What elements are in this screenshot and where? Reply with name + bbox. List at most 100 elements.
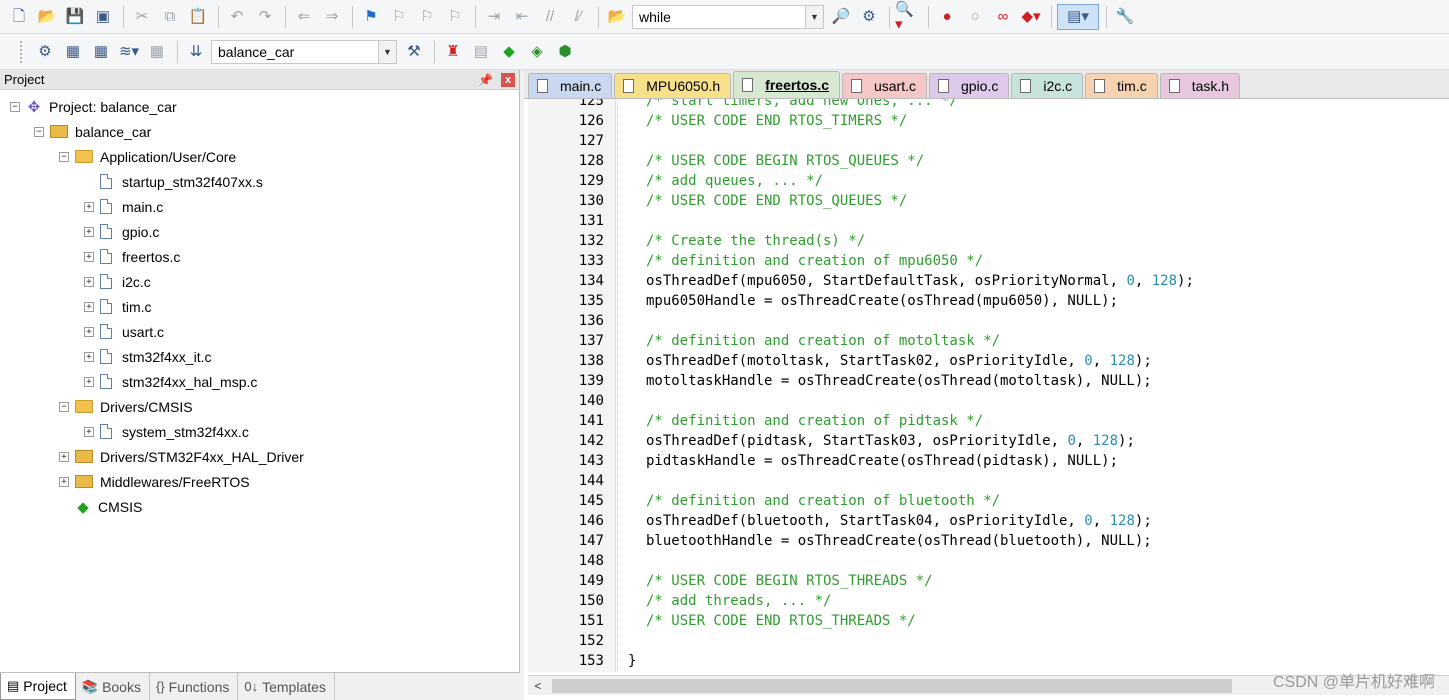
redo-icon[interactable]: ↷ (252, 4, 278, 30)
tree-item[interactable]: + stm32f4xx_hal_msp.c (84, 369, 257, 394)
copy-icon[interactable]: ⧉ (157, 4, 183, 30)
debug-session-icon[interactable]: 🔍▾ (895, 2, 921, 32)
file-tab-mpu6050-h[interactable]: MPU6050.h (614, 73, 732, 98)
find-combo[interactable]: while ▼ (632, 4, 824, 29)
comment-icon[interactable]: // (537, 4, 563, 30)
file-tab-usart-c[interactable]: usart.c (841, 73, 927, 98)
scroll-thumb[interactable] (552, 678, 1232, 693)
scroll-left-icon[interactable]: < (528, 679, 548, 693)
toolbar-grip[interactable] (20, 40, 24, 63)
expand-icon[interactable]: + (84, 201, 94, 212)
chevron-down-icon[interactable]: ▼ (378, 40, 396, 63)
tree-item[interactable]: + Drivers/STM32F4xx_HAL_Driver (59, 444, 304, 469)
manage-books-icon[interactable]: ▤ (468, 39, 494, 65)
file-tab-gpio-c[interactable]: gpio.c (929, 73, 1010, 98)
toolbar-separator (598, 5, 599, 28)
tree-item[interactable]: − ✥ Project: balance_car (10, 94, 177, 119)
download-icon[interactable]: ⇊ (183, 39, 209, 65)
tree-item[interactable]: + system_stm32f4xx.c (84, 419, 249, 444)
tree-item[interactable]: ◆ CMSIS (59, 494, 142, 519)
wrench-icon[interactable]: 🔧 (1112, 4, 1138, 30)
code-editor[interactable]: 125 /* start timers, add new ones, ... */… (524, 99, 1449, 672)
expand-icon[interactable]: + (84, 326, 94, 337)
chevron-down-icon[interactable]: ▼ (805, 5, 823, 28)
close-icon[interactable]: x (501, 72, 515, 87)
file-tab-i2c-c[interactable]: i2c.c (1011, 73, 1084, 98)
tree-item[interactable]: + usart.c (84, 319, 164, 344)
bookmark-icon[interactable]: ⚑ (358, 4, 384, 30)
incremental-find-icon[interactable]: 🔎 (828, 4, 854, 30)
uncomment-icon[interactable]: /∕ (565, 4, 591, 30)
tree-item[interactable]: − Drivers/CMSIS (59, 394, 193, 419)
expand-icon[interactable]: + (84, 226, 94, 237)
tree-item-label: Middlewares/FreeRTOS (100, 473, 250, 490)
breakpoint-icon[interactable]: ● (934, 4, 960, 30)
window-layout-icon[interactable]: ▤▾ (1057, 3, 1099, 30)
tree-item[interactable]: + gpio.c (84, 219, 159, 244)
expand-icon[interactable]: + (84, 276, 94, 287)
stop-build-icon[interactable]: ▦ (144, 39, 170, 65)
cut-icon[interactable]: ✂ (129, 4, 155, 30)
file-tab-freertos-c[interactable]: freertos.c (733, 71, 840, 98)
collapse-icon[interactable]: − (59, 401, 69, 412)
unindent-icon[interactable]: ⇤ (509, 4, 535, 30)
code-text: bluetoothHandle = osThreadCreate(osThrea… (646, 533, 1152, 549)
collapse-icon[interactable]: − (34, 126, 44, 137)
save-icon[interactable]: 💾 (62, 4, 88, 30)
target-options-icon[interactable]: ⚒ (401, 39, 427, 65)
file-tab-task-h[interactable]: task.h (1159, 73, 1241, 98)
tree-item[interactable]: + Middlewares/FreeRTOS (59, 469, 250, 494)
expand-icon[interactable]: + (84, 426, 94, 437)
find-in-files-icon[interactable]: 📂 (604, 4, 630, 30)
rebuild-icon[interactable]: ▦ (88, 39, 114, 65)
tree-item[interactable]: + i2c.c (84, 269, 151, 294)
tree-item[interactable]: + main.c (84, 194, 163, 219)
build-icon[interactable]: ▦ (60, 39, 86, 65)
tree-item[interactable]: − Application/User/Core (59, 144, 236, 169)
collapse-icon[interactable]: − (10, 101, 20, 112)
paste-icon[interactable]: 📋 (185, 4, 211, 30)
nav-forward-icon[interactable]: ⇒ (319, 4, 345, 30)
next-bookmark-icon[interactable]: ⚐ (414, 4, 440, 30)
expand-icon[interactable]: + (84, 351, 94, 362)
panel-tab-templates[interactable]: 0↓ Templates (238, 673, 335, 700)
tree-item[interactable]: + tim.c (84, 294, 152, 319)
indent-icon[interactable]: ⇥ (481, 4, 507, 30)
save-all-icon[interactable]: ▣ (90, 4, 116, 30)
expand-icon[interactable]: + (59, 476, 69, 487)
pack-installer-icon[interactable]: ⬢ (552, 39, 578, 65)
expand-icon[interactable]: + (59, 451, 69, 462)
undo-icon[interactable]: ↶ (224, 4, 250, 30)
panel-tab-functions[interactable]: {} Functions (150, 673, 239, 700)
tree-item[interactable]: + stm32f4xx_it.c (84, 344, 211, 369)
prev-bookmark-icon[interactable]: ⚐ (386, 4, 412, 30)
clear-bookmarks-icon[interactable]: ⚐ (442, 4, 468, 30)
kill-breakpoints-icon[interactable]: ◆▾ (1018, 4, 1044, 30)
file-tab-main-c[interactable]: main.c (528, 73, 613, 98)
open-file-icon[interactable]: 📂 (34, 4, 60, 30)
expand-icon[interactable]: + (84, 376, 94, 387)
disable-breakpoint-icon[interactable]: ○ (962, 4, 988, 30)
disable-all-breakpoints-icon[interactable]: ∞ (990, 4, 1016, 30)
panel-tab-project[interactable]: ▤ Project (0, 673, 76, 700)
batch-build-icon[interactable]: ≋▾ (116, 39, 142, 65)
tree-item[interactable]: + freertos.c (84, 244, 180, 269)
new-file-icon[interactable]: 🗋 (6, 4, 32, 30)
collapse-icon[interactable]: − (59, 151, 69, 162)
line-number: 149 (578, 573, 604, 589)
pin-icon[interactable]: 📌 (478, 73, 493, 87)
target-combo[interactable]: balance_car ▼ (211, 39, 397, 64)
code-line: 136 (524, 311, 1449, 331)
nav-back-icon[interactable]: ⇐ (291, 4, 317, 30)
file-extensions-icon[interactable]: ♜ (440, 39, 466, 65)
configure-icon[interactable]: ⚙ (856, 4, 882, 30)
rte-manage-icon[interactable]: ◆ (496, 39, 522, 65)
expand-icon[interactable]: + (84, 301, 94, 312)
panel-tab-books[interactable]: 📚 Books (76, 673, 150, 700)
tree-item[interactable]: − balance_car (34, 119, 151, 144)
select-packs-icon[interactable]: ◈ (524, 39, 550, 65)
file-tab-tim-c[interactable]: tim.c (1085, 73, 1158, 98)
expand-icon[interactable]: + (84, 251, 94, 262)
translate-icon[interactable]: ⚙ (32, 39, 58, 65)
tree-item[interactable]: startup_stm32f407xx.s (84, 169, 263, 194)
